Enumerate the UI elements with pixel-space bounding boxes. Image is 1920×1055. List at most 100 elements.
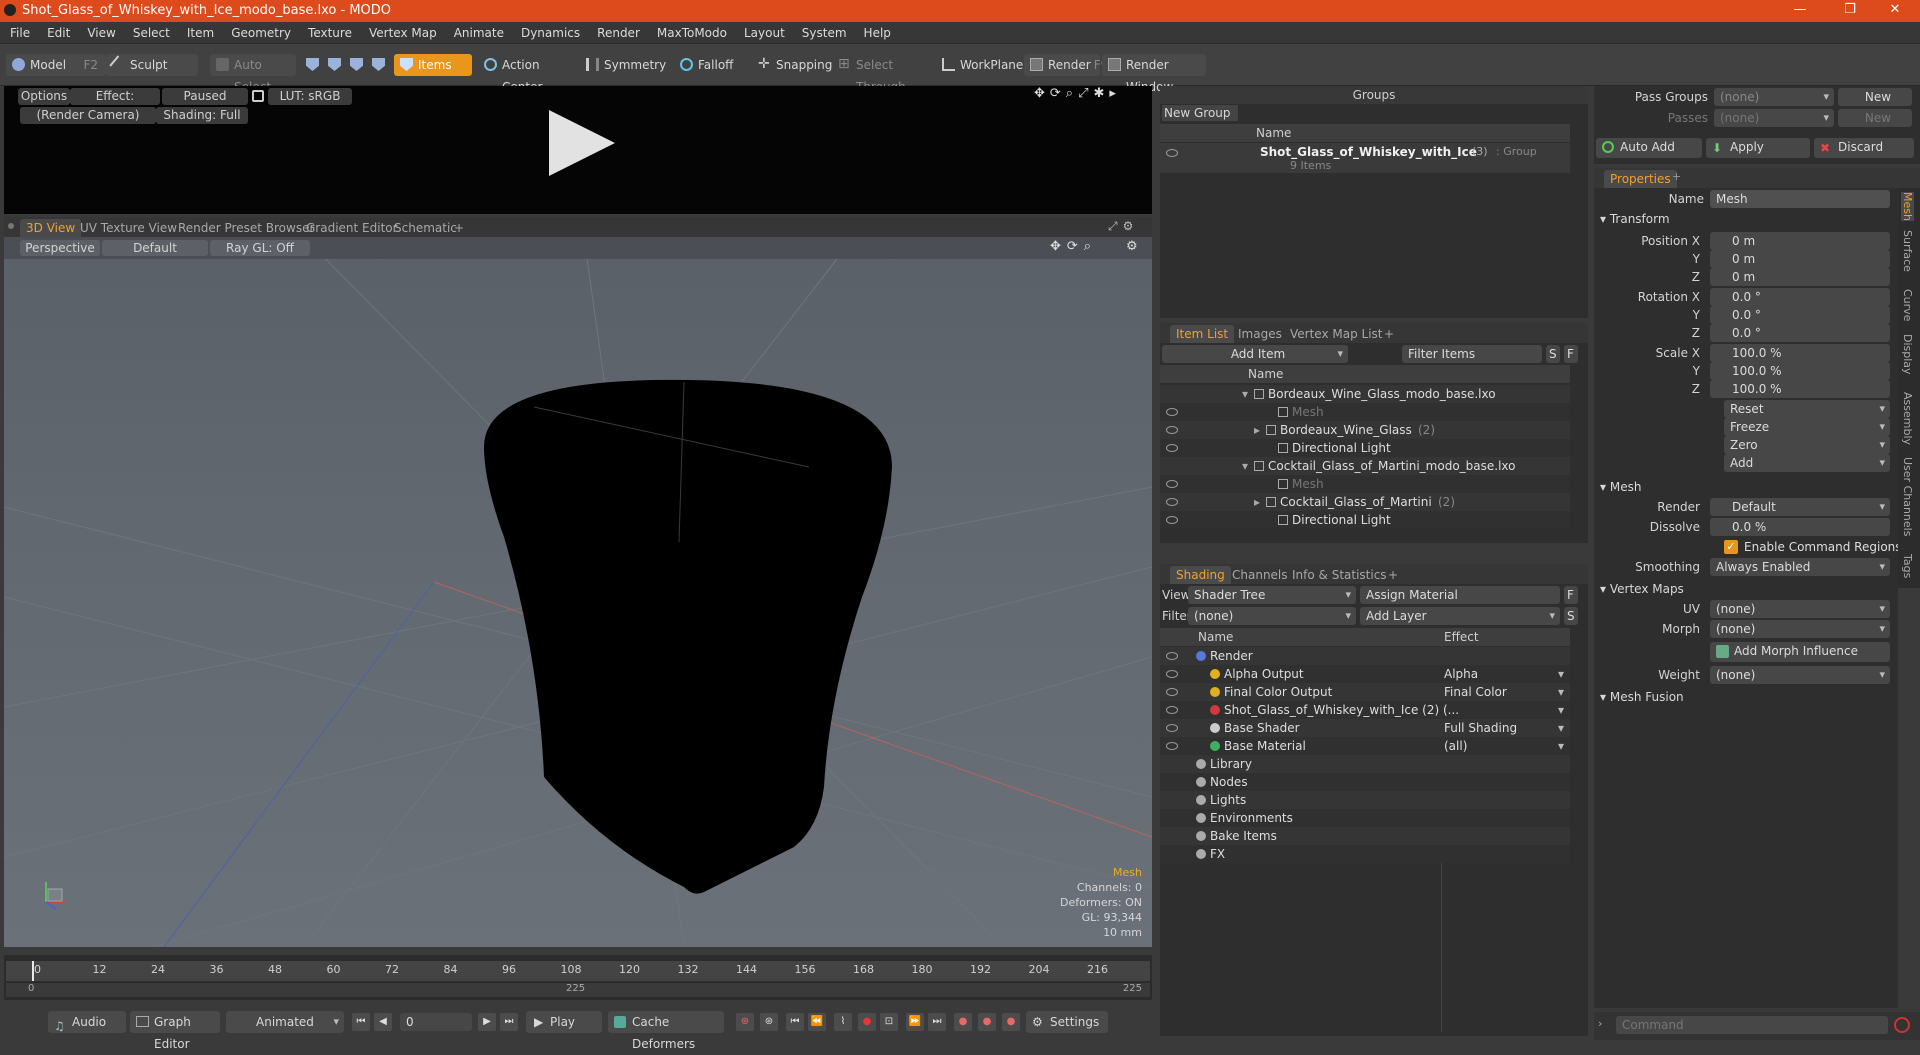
graph-editor-button[interactable]: Graph Editor — [130, 1011, 220, 1051]
expand-arrow-icon[interactable]: ▾ — [1242, 457, 1248, 475]
item-list-row[interactable]: ▾ Cocktail_Glass_of_Martini_modo_base.lxo — [1160, 457, 1570, 475]
render-dropdown[interactable]: Default — [1710, 498, 1890, 516]
new-pass-group-button[interactable]: New — [1838, 88, 1912, 106]
panel-expand-gear-icons[interactable]: ⤢⚙ — [1108, 219, 1138, 234]
preview-options-button[interactable]: Options — [18, 88, 70, 105]
add-tab-button[interactable]: + — [448, 219, 470, 237]
render-camera-dropdown[interactable]: (Render Camera) — [20, 107, 156, 124]
transform-section[interactable]: ▾ Transform — [1600, 210, 1670, 228]
record-icon[interactable]: ● — [858, 1013, 876, 1031]
panel-menu-icon[interactable] — [8, 223, 14, 229]
scale-x-input[interactable]: 100.0 % — [1710, 344, 1890, 362]
scale-y-input[interactable]: 100.0 % — [1710, 362, 1890, 380]
timeline-range-bar[interactable]: 0 225 225 — [6, 983, 1150, 997]
effect-dropdown-arrow-icon[interactable]: ▾ — [1558, 701, 1564, 719]
tab-images[interactable]: Images — [1232, 325, 1288, 343]
preview-nav-icons[interactable]: ✥⟳⌕⤢✱▸ — [1034, 86, 1121, 101]
menu-view[interactable]: View — [77, 22, 122, 40]
name-input[interactable]: Mesh — [1710, 190, 1890, 208]
shader-layer-effect[interactable]: Final Color — [1444, 683, 1507, 701]
ray-gl-dropdown[interactable]: Ray GL: Off — [210, 240, 310, 256]
item-list-row[interactable]: Directional Light — [1160, 439, 1570, 457]
tab-info-statistics[interactable]: Info & Statistics — [1286, 566, 1393, 584]
shader-tree-row[interactable]: Library — [1160, 755, 1570, 773]
play-button[interactable]: ▶ Play — [526, 1011, 602, 1033]
side-tab-mesh[interactable]: Mesh — [1901, 192, 1914, 221]
tab-vertex-map-list[interactable]: Vertex Map List — [1284, 325, 1389, 343]
side-tab-surface[interactable]: Surface — [1901, 230, 1914, 272]
auto-add-button[interactable]: Auto Add — [1596, 138, 1702, 158]
cache-deformers-button[interactable]: Cache Deformers — [608, 1011, 724, 1051]
shader-layer-effect[interactable]: Full Shading — [1444, 719, 1517, 737]
mesh-section[interactable]: ▾ Mesh — [1600, 478, 1641, 496]
key-prev-icon[interactable]: ⏮ — [786, 1013, 804, 1031]
menu-layout[interactable]: Layout — [734, 22, 792, 40]
preview-effect-dropdown[interactable]: Effect: (Shadi... — [70, 88, 160, 120]
shader-tree-row[interactable]: FX — [1160, 845, 1570, 863]
shader-tree-row[interactable]: Bake Items — [1160, 827, 1570, 845]
command-regions-checkbox[interactable]: ✓ — [1724, 540, 1738, 554]
menu-vertex-map[interactable]: Vertex Map — [359, 22, 444, 40]
side-tab-display[interactable]: Display — [1901, 334, 1914, 375]
tab-shading[interactable]: Shading — [1170, 566, 1231, 584]
side-tab-tags[interactable]: Tags — [1901, 554, 1914, 578]
menu-render[interactable]: Render — [587, 22, 647, 40]
symmetry-button[interactable]: Symmetry — [580, 54, 666, 76]
freeze-dropdown[interactable]: Freeze — [1724, 418, 1890, 436]
snapping-button[interactable]: ✛ Snapping — [752, 54, 832, 76]
shader-tree-row[interactable]: Base Material (all) ▾ — [1160, 737, 1570, 755]
tab-properties[interactable]: Properties — [1604, 170, 1677, 188]
visibility-eye-icon[interactable] — [1166, 742, 1178, 750]
key-forward-icon[interactable]: ⏩ — [906, 1013, 924, 1031]
menu-item[interactable]: Item — [177, 22, 221, 40]
position-y-input[interactable]: 0 m — [1710, 250, 1890, 268]
menu-maxtomodo[interactable]: MaxToModo — [647, 22, 734, 40]
menu-texture[interactable]: Texture — [298, 22, 359, 40]
render-button[interactable]: Render F9 — [1024, 54, 1108, 76]
uv-dropdown[interactable]: (none) — [1710, 600, 1890, 618]
assign-material-button[interactable]: Assign Material — [1360, 586, 1560, 604]
auto-key-icon[interactable]: ⊛ — [736, 1013, 754, 1031]
add-dropdown[interactable]: Add — [1724, 454, 1890, 472]
menu-animate[interactable]: Animate — [444, 22, 511, 40]
side-tab-user-channels[interactable]: User Channels — [1901, 457, 1914, 536]
item-list-row[interactable]: ▸ Cocktail_Glass_of_Martini (2) — [1160, 493, 1570, 511]
shading-filter-dropdown[interactable]: (none) — [1188, 607, 1356, 625]
key-graph-icon[interactable]: ⌇ — [834, 1013, 852, 1031]
apply-button[interactable]: ⬇ Apply — [1706, 138, 1810, 158]
tab-render-preset-browser[interactable]: Render Preset Browser — [172, 219, 320, 237]
edges-mode-button[interactable] — [322, 54, 344, 76]
reset-dropdown[interactable]: Reset — [1724, 400, 1890, 418]
visibility-eye-icon[interactable] — [1166, 670, 1178, 678]
play-icon[interactable] — [549, 110, 615, 176]
shading-view-dropdown[interactable]: Shader Tree — [1188, 586, 1356, 604]
shading-s-button[interactable]: S — [1564, 607, 1578, 625]
visibility-eye-icon[interactable] — [1166, 652, 1178, 660]
visibility-eye-icon[interactable] — [1166, 688, 1178, 696]
timeline[interactable]: 0 12 24 36 48 60 72 84 96 108 120 132 144 156 168 180 19… — [4, 955, 1152, 1000]
menu-edit[interactable]: Edit — [37, 22, 77, 40]
audio-button[interactable]: ♫ Audio — [48, 1011, 126, 1033]
perspective-dropdown[interactable]: Perspective — [20, 240, 100, 256]
command-history-icon[interactable] — [1894, 1017, 1910, 1033]
key-next-icon[interactable]: ⏭ — [928, 1013, 946, 1031]
group-row[interactable]: Shot_Glass_of_Whiskey_with_Ice (3) : Gro… — [1160, 143, 1570, 173]
tab-item-list[interactable]: Item List — [1170, 325, 1235, 343]
visibility-eye-icon[interactable] — [1166, 498, 1178, 506]
visibility-eye-icon[interactable] — [1166, 426, 1178, 434]
add-item-dropdown[interactable]: Add Item — [1162, 345, 1348, 363]
shader-tree-row[interactable]: Lights — [1160, 791, 1570, 809]
visibility-eye-icon[interactable] — [1166, 516, 1178, 524]
zero-dropdown[interactable]: Zero — [1724, 436, 1890, 454]
shading-f-button[interactable]: F — [1564, 586, 1578, 604]
add-morph-influence-button[interactable]: Add Morph Influence — [1710, 642, 1890, 662]
go-end-button[interactable]: ⏭ — [500, 1013, 518, 1031]
itemlist-add-tab[interactable]: + — [1378, 325, 1400, 343]
position-x-input[interactable]: 0 m — [1710, 232, 1890, 250]
new-pass-button[interactable]: New — [1838, 109, 1912, 127]
minimize-button[interactable]: — — [1780, 2, 1820, 17]
falloff-button[interactable]: Falloff — [674, 54, 746, 76]
animated-dropdown[interactable]: Animated — [226, 1011, 344, 1033]
mesh-fusion-section[interactable]: ▾ Mesh Fusion — [1600, 688, 1684, 706]
tab-channels[interactable]: Channels — [1226, 566, 1294, 584]
